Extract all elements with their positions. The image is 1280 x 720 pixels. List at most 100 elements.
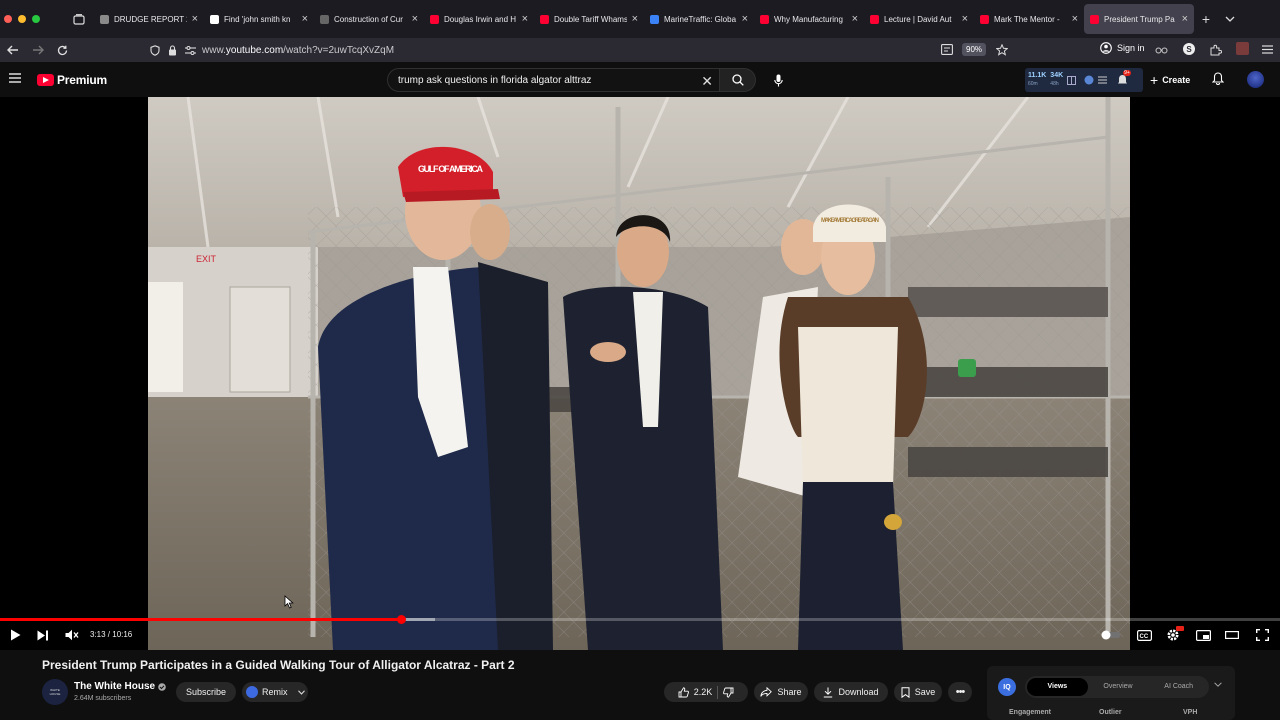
url-text[interactable]: www.youtube.com/watch?v=2uwTcqXvZqM <box>202 45 394 56</box>
progress-bar[interactable] <box>0 615 1280 624</box>
subtitles-button[interactable]: CC <box>1135 626 1153 644</box>
search-input[interactable] <box>398 74 688 86</box>
autoplay-toggle[interactable] <box>1100 626 1122 644</box>
video-scene-illustration: EXIT GULF OF AMERICA MAKE AMERICA GREAT … <box>148 97 1130 650</box>
more-actions-button[interactable]: ••• <box>948 682 972 702</box>
lock-icon[interactable] <box>168 44 177 56</box>
shield-icon[interactable] <box>150 44 160 56</box>
browser-tab[interactable]: Lecture | David Aut × <box>864 4 974 34</box>
channel-avatar[interactable]: WHITE HOUSE <box>42 679 68 705</box>
youtube-logo[interactable]: Premium <box>37 73 107 87</box>
tab-overview-button[interactable] <box>64 0 94 38</box>
video-player[interactable]: EXIT GULF OF AMERICA MAKE AMERICA GREAT … <box>0 97 1280 650</box>
clear-search-icon[interactable]: ✕ <box>701 73 713 90</box>
tab-favicon-icon <box>210 14 219 24</box>
close-tab-icon[interactable]: × <box>632 13 638 25</box>
close-window-button[interactable] <box>4 15 12 23</box>
stats-extension-widget[interactable]: 11.1K 60m 34K 48h 9+ <box>1025 68 1143 92</box>
tab-title: Find 'john smith kn <box>224 14 291 24</box>
close-tab-icon[interactable]: × <box>1182 13 1188 25</box>
sign-in-label: Sign in <box>1117 43 1145 53</box>
remix-button[interactable]: Remix <box>242 682 308 702</box>
hat-left-text: GULF OF AMERICA <box>418 164 484 174</box>
youtube-play-logo-icon <box>37 74 54 86</box>
forward-button[interactable] <box>25 38 50 62</box>
notifications-bell-icon[interactable] <box>1212 72 1224 85</box>
save-button[interactable]: Save <box>894 682 942 702</box>
chevron-down-icon[interactable] <box>1214 682 1222 687</box>
sign-in-button[interactable]: Sign in <box>1100 42 1145 54</box>
progress-played <box>0 618 402 621</box>
tab-favicon-icon <box>870 14 879 24</box>
tab-title: Douglas Irwin and H <box>444 14 517 24</box>
mute-button[interactable] <box>63 626 81 644</box>
video-frame[interactable]: EXIT GULF OF AMERICA MAKE AMERICA GREAT … <box>148 97 1130 650</box>
close-tab-icon[interactable]: × <box>412 13 418 25</box>
browser-tab[interactable]: Construction of Cur × <box>314 4 424 34</box>
close-tab-icon[interactable]: × <box>302 13 308 25</box>
share-button[interactable]: Share <box>754 682 808 702</box>
globe-icon[interactable] <box>1084 75 1094 85</box>
close-tab-icon[interactable]: × <box>962 13 968 25</box>
miniplayer-icon <box>1195 629 1211 641</box>
address-bar[interactable]: www.youtube.com/watch?v=2uwTcqXvZqM <box>150 38 1020 62</box>
zoom-level-badge[interactable]: 90% <box>962 43 987 56</box>
create-button[interactable]: + Create <box>1150 72 1190 88</box>
thumbs-up-icon[interactable] <box>678 686 689 698</box>
theater-mode-button[interactable] <box>1223 626 1241 644</box>
settings-button[interactable] <box>1164 626 1184 644</box>
list-all-tabs-button[interactable] <box>1218 4 1242 34</box>
browser-tab[interactable]: DRUDGE REPORT 2 × <box>94 4 204 34</box>
browser-tab[interactable]: MarineTraffic: Globa × <box>644 4 754 34</box>
miniplayer-button[interactable] <box>1194 626 1212 644</box>
channel-name-link[interactable]: The White House <box>74 681 166 692</box>
maximize-window-button[interactable] <box>32 15 40 23</box>
grid-icon[interactable] <box>1067 75 1077 85</box>
close-tab-icon[interactable]: × <box>1072 13 1078 25</box>
tab-title: Double Tariff Whams <box>554 14 627 24</box>
tab-ai-coach[interactable]: AI Coach <box>1148 678 1209 696</box>
progress-scrubber-handle[interactable] <box>397 615 407 624</box>
voice-search-button[interactable] <box>766 70 790 90</box>
browser-tab[interactable]: Douglas Irwin and H × <box>424 4 534 34</box>
new-tab-button[interactable]: + <box>1194 4 1218 34</box>
play-button[interactable] <box>7 626 23 644</box>
minimize-window-button[interactable] <box>18 15 26 23</box>
account-avatar[interactable] <box>1247 71 1264 88</box>
browser-tab[interactable]: Find 'john smith kn × <box>204 4 314 34</box>
subscribe-button[interactable]: Subscribe <box>176 682 236 702</box>
app-menu-icon[interactable] <box>1262 45 1273 54</box>
browser-tab[interactable]: Mark The Mentor - × <box>974 4 1084 34</box>
browser-tab-active[interactable]: President Trump Pa × <box>1084 4 1194 34</box>
extension-badge-icon[interactable] <box>1236 42 1249 55</box>
browser-tab[interactable]: Why Manufacturing × <box>754 4 864 34</box>
fullscreen-button[interactable] <box>1253 626 1271 644</box>
search-button[interactable] <box>720 68 756 92</box>
menu-hamburger-icon[interactable] <box>9 73 21 83</box>
close-tab-icon[interactable]: × <box>522 13 528 25</box>
list-icon[interactable] <box>1098 76 1108 84</box>
search-box[interactable]: ✕ <box>387 68 720 92</box>
browser-tab[interactable]: Double Tariff Whams × <box>534 4 644 34</box>
notifications-bell-badge[interactable]: 9+ <box>1117 70 1131 86</box>
close-tab-icon[interactable]: × <box>192 13 198 25</box>
close-tab-icon[interactable]: × <box>852 13 858 25</box>
next-video-button[interactable] <box>35 626 51 644</box>
download-button[interactable]: Download <box>814 682 888 702</box>
close-tab-icon[interactable]: × <box>742 13 748 25</box>
account-circle-icon <box>1100 42 1112 54</box>
vidiq-logo-icon[interactable]: IQ <box>998 678 1016 696</box>
back-button[interactable] <box>0 38 25 62</box>
reload-button[interactable] <box>50 38 75 62</box>
window-controls <box>0 15 64 23</box>
extensions-puzzle-icon[interactable] <box>1210 44 1222 56</box>
like-count[interactable]: 2.2K <box>694 687 713 697</box>
tab-overview[interactable]: Overview <box>1088 678 1149 696</box>
bookmark-star-icon[interactable] <box>996 44 1008 56</box>
extension-icon[interactable] <box>1155 44 1168 55</box>
profile-s-icon[interactable]: S <box>1183 43 1195 55</box>
reader-view-icon[interactable] <box>941 44 953 55</box>
thumbs-down-icon[interactable] <box>723 687 734 698</box>
permissions-icon[interactable] <box>185 45 196 55</box>
tab-views[interactable]: Views <box>1027 678 1088 696</box>
